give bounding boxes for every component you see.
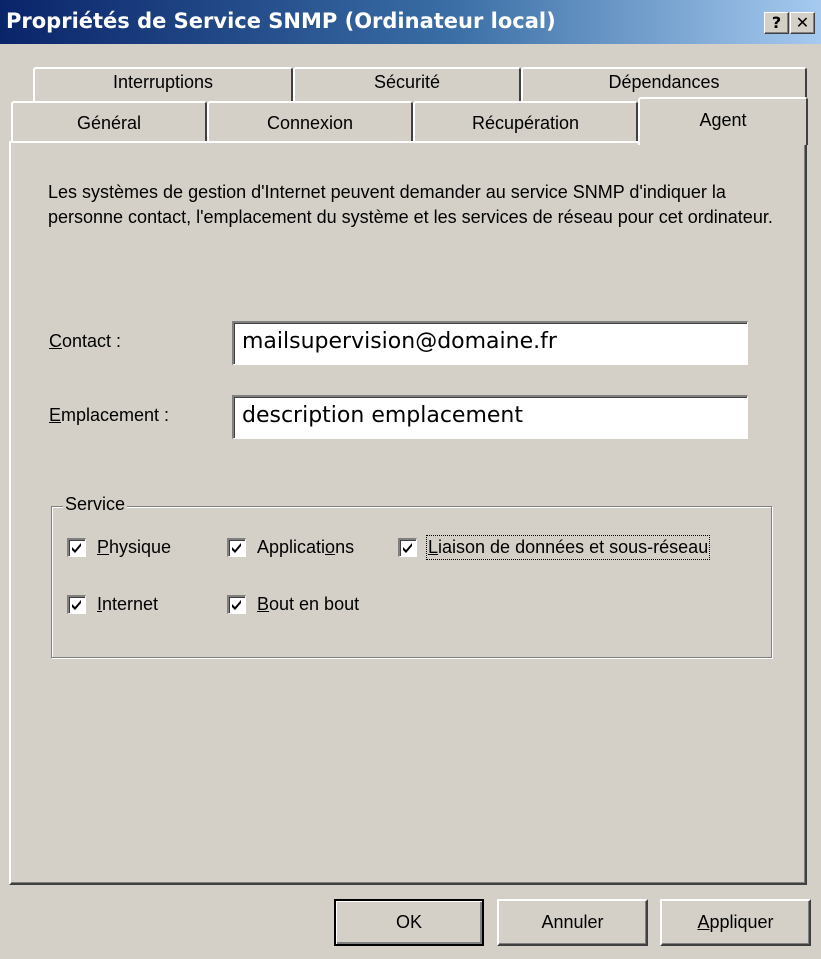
checkmark-icon [72, 600, 81, 610]
window-title: Propriétés de Service SNMP (Ordinateur l… [6, 9, 556, 33]
contact-label-accesskey: C [49, 331, 62, 351]
tab-label: Général [76, 113, 142, 133]
liaison-label: Liaison de données et sous-réseau [425, 535, 711, 560]
checkmark-icon [232, 600, 241, 610]
tab-label: Récupération [471, 113, 580, 133]
internet-checkbox[interactable]: Internet [67, 594, 158, 615]
tab-interruptions[interactable]: Interruptions [33, 67, 293, 101]
tab-general[interactable]: Général [11, 101, 207, 143]
help-button[interactable]: ? [764, 12, 789, 34]
label-text: iaison de données et sous-réseau [438, 537, 709, 557]
bout-en-bout-checkbox[interactable]: Bout en bout [227, 594, 359, 615]
tab-label: Sécurité [373, 72, 441, 92]
label-text: Applicati [257, 537, 326, 557]
checkbox-box [398, 538, 417, 557]
accesskey: B [257, 594, 270, 614]
checkbox-box [67, 595, 86, 614]
checkmark-icon [403, 543, 412, 553]
tab-label: Agent [699, 110, 747, 130]
service-group-title: Service [63, 494, 128, 515]
bout-en-bout-label: Bout en bout [257, 594, 359, 615]
ok-button[interactable]: OK [334, 899, 484, 946]
accesskey: P [97, 537, 110, 557]
label-text: out en bout [269, 594, 360, 614]
liaison-checkbox[interactable]: Liaison de données et sous-réseau [398, 535, 711, 560]
tab-securite[interactable]: Sécurité [293, 67, 521, 101]
checkmark-icon [232, 543, 241, 553]
location-label-accesskey: E [49, 405, 62, 425]
snmp-properties-dialog: Propriétés de Service SNMP (Ordinateur l… [0, 0, 821, 959]
checkbox-box [67, 538, 86, 557]
checkbox-box [227, 595, 246, 614]
tab-agent[interactable]: Agent [638, 97, 808, 145]
tab-label: Dépendances [608, 72, 720, 92]
label-text: nternet [102, 594, 159, 614]
close-icon: ✕ [795, 13, 810, 32]
contact-label: Contact : [49, 331, 121, 352]
tab-label: Connexion [266, 113, 354, 133]
checkbox-box [227, 538, 246, 557]
tab-connexion[interactable]: Connexion [207, 101, 413, 143]
contact-label-text: ontact : [62, 331, 122, 351]
checkmark-icon [72, 543, 81, 553]
accesskey: L [428, 537, 439, 557]
applications-label: Applications [257, 537, 354, 558]
tab-label: Interruptions [112, 72, 214, 92]
apply-accesskey: A [697, 912, 710, 932]
help-icon: ? [771, 13, 782, 32]
tab-dependances[interactable]: Dépendances [521, 67, 807, 101]
internet-label: Internet [97, 594, 158, 615]
location-input[interactable]: description emplacement [232, 395, 748, 439]
applications-checkbox[interactable]: Applications [227, 537, 354, 558]
title-bar: Propriétés de Service SNMP (Ordinateur l… [0, 0, 821, 44]
service-groupbox [51, 506, 772, 658]
location-label: Emplacement : [49, 405, 169, 426]
physique-label: Physique [97, 537, 171, 558]
contact-input[interactable]: mailsupervision@domaine.fr [232, 321, 748, 365]
apply-button[interactable]: Appliquer [660, 899, 811, 946]
tab-recuperation[interactable]: Récupération [413, 101, 638, 143]
close-button[interactable]: ✕ [790, 12, 815, 34]
apply-label: ppliquer [709, 912, 774, 932]
physique-checkbox[interactable]: Physique [67, 537, 171, 558]
location-label-text: mplacement : [61, 405, 170, 425]
agent-description: Les systèmes de gestion d'Internet peuve… [48, 182, 773, 227]
label-text: ns [335, 537, 355, 557]
cancel-button[interactable]: Annuler [497, 899, 648, 946]
label-text: hysique [109, 537, 172, 557]
accesskey: o [325, 537, 336, 557]
